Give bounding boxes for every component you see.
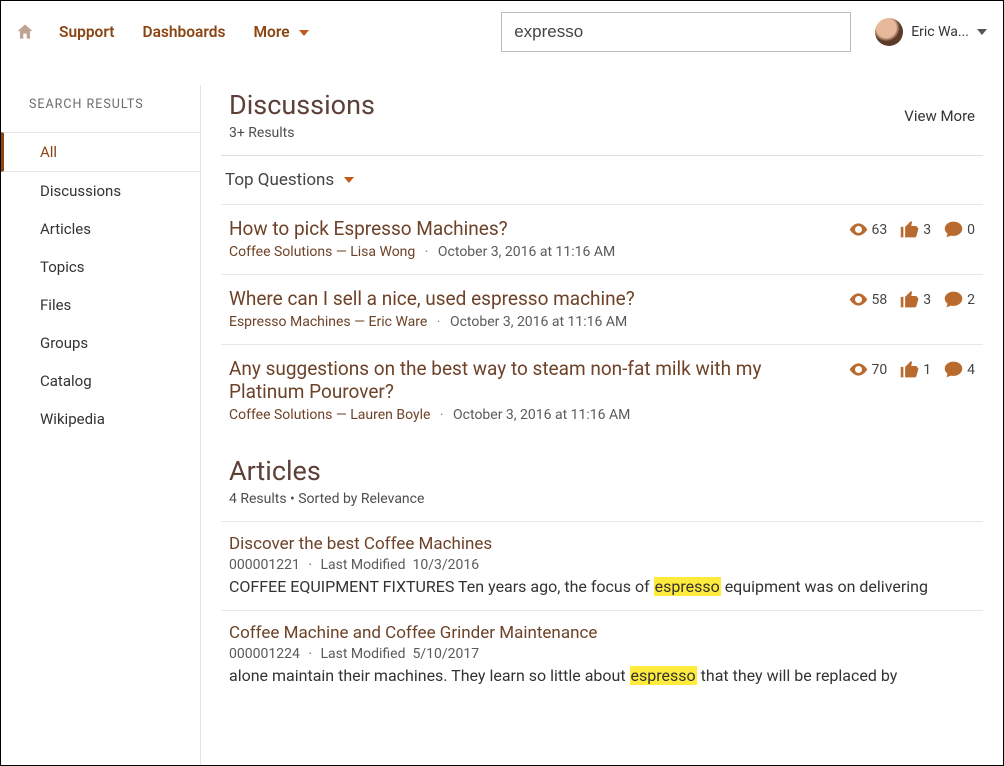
- result-meta: Coffee Solutions — Lisa Wong · October 3…: [229, 244, 838, 260]
- discussions-title: Discussions: [229, 89, 375, 121]
- article-snippet: COFFEE EQUIPMENT FIXTURES Ten years ago,…: [229, 576, 975, 598]
- result-timestamp: October 3, 2016 at 11:16 AM: [450, 314, 627, 330]
- discussion-result[interactable]: Any suggestions on the best way to steam…: [221, 344, 983, 437]
- result-stats: 70 1 4: [848, 357, 976, 423]
- result-title: Where can I sell a nice, used espresso m…: [229, 287, 838, 310]
- nav-dashboards[interactable]: Dashboards: [142, 23, 225, 41]
- article-id: 000001224: [229, 646, 300, 662]
- view-more-link[interactable]: View More: [904, 89, 975, 125]
- comment-icon: [943, 219, 964, 240]
- highlighted-term: espresso: [630, 666, 697, 685]
- article-modified-label: Last Modified: [320, 557, 405, 573]
- sidebar-item-topics[interactable]: Topics: [1, 248, 200, 286]
- sort-label: Top Questions: [225, 170, 334, 190]
- discussion-result[interactable]: How to pick Espresso Machines? Coffee So…: [221, 204, 983, 274]
- sidebar-item-groups[interactable]: Groups: [1, 324, 200, 362]
- result-timestamp: October 3, 2016 at 11:16 AM: [453, 407, 630, 423]
- result-stats: 63 3 0: [848, 217, 976, 260]
- result-timestamp: October 3, 2016 at 11:16 AM: [438, 244, 615, 260]
- comments-stat: 4: [943, 359, 975, 380]
- nav-more[interactable]: More: [253, 23, 309, 41]
- article-modified-date: 10/3/2016: [412, 557, 479, 573]
- result-title: Any suggestions on the best way to steam…: [229, 357, 769, 403]
- article-meta: 000001221 · Last Modified 10/3/2016: [229, 557, 975, 573]
- header: Support Dashboards More Eric Wa...: [1, 1, 1003, 63]
- nav-support[interactable]: Support: [59, 23, 114, 41]
- likes-stat: 1: [899, 359, 931, 380]
- search-input[interactable]: [501, 12, 851, 52]
- result-category: Coffee Solutions: [229, 244, 332, 260]
- nav-links: Support Dashboards More: [59, 23, 309, 41]
- article-snippet: alone maintain their machines. They lear…: [229, 665, 975, 687]
- result-author: Eric Ware: [369, 314, 428, 330]
- article-title: Coffee Machine and Coffee Grinder Mainte…: [229, 623, 975, 643]
- discussions-subtitle: 3+ Results: [229, 125, 375, 141]
- highlighted-term: espresso: [654, 577, 721, 596]
- comments-stat: 0: [943, 219, 975, 240]
- caret-down-icon: [977, 29, 987, 35]
- likes-stat: 3: [899, 219, 931, 240]
- articles-section-head: Articles 4 Results • Sorted by Relevance: [221, 437, 983, 521]
- result-title: How to pick Espresso Machines?: [229, 217, 838, 240]
- sidebar-item-articles[interactable]: Articles: [1, 210, 200, 248]
- user-name: Eric Wa...: [911, 24, 969, 40]
- discussion-result[interactable]: Where can I sell a nice, used espresso m…: [221, 274, 983, 344]
- result-author: Lisa Wong: [350, 244, 415, 260]
- chevron-down-icon: [299, 23, 309, 41]
- comments-stat: 2: [943, 289, 975, 310]
- article-result[interactable]: Coffee Machine and Coffee Grinder Mainte…: [221, 610, 983, 699]
- views-stat: 70: [848, 359, 888, 380]
- article-meta: 000001224 · Last Modified 5/10/2017: [229, 646, 975, 662]
- result-stats: 58 3 2: [848, 287, 976, 330]
- article-modified-label: Last Modified: [320, 646, 405, 662]
- search-box: [501, 12, 851, 52]
- comment-icon: [943, 359, 964, 380]
- sort-row[interactable]: Top Questions: [221, 156, 983, 204]
- eye-icon: [848, 289, 869, 310]
- eye-icon: [848, 219, 869, 240]
- main: Discussions 3+ Results View More Top Que…: [201, 85, 1003, 765]
- article-id: 000001221: [229, 557, 300, 573]
- article-title: Discover the best Coffee Machines: [229, 534, 975, 554]
- likes-stat: 3: [899, 289, 931, 310]
- avatar: [875, 18, 903, 46]
- thumbs-up-icon: [899, 289, 920, 310]
- article-modified-date: 5/10/2017: [412, 646, 479, 662]
- result-category: Espresso Machines: [229, 314, 351, 330]
- sidebar-item-wikipedia[interactable]: Wikipedia: [1, 400, 200, 438]
- sidebar-item-discussions[interactable]: Discussions: [1, 172, 200, 210]
- user-menu[interactable]: Eric Wa...: [875, 18, 987, 46]
- eye-icon: [848, 359, 869, 380]
- views-stat: 58: [848, 289, 888, 310]
- result-meta: Coffee Solutions — Lauren Boyle · Octobe…: [229, 407, 838, 423]
- sidebar-item-catalog[interactable]: Catalog: [1, 362, 200, 400]
- result-meta: Espresso Machines — Eric Ware · October …: [229, 314, 838, 330]
- articles-subtitle: 4 Results • Sorted by Relevance: [229, 491, 424, 507]
- caret-down-icon: [344, 177, 354, 183]
- thumbs-up-icon: [899, 219, 920, 240]
- result-author: Lauren Boyle: [350, 407, 430, 423]
- comment-icon: [943, 289, 964, 310]
- article-result[interactable]: Discover the best Coffee Machines 000001…: [221, 521, 983, 610]
- sidebar-title: SEARCH RESULTS: [1, 97, 200, 132]
- nav-more-label: More: [253, 23, 289, 41]
- result-category: Coffee Solutions: [229, 407, 332, 423]
- sidebar-item-files[interactable]: Files: [1, 286, 200, 324]
- container: SEARCH RESULTS All Discussions Articles …: [1, 85, 1003, 765]
- home-icon[interactable]: [15, 22, 35, 42]
- sidebar-item-all[interactable]: All: [1, 132, 200, 172]
- sidebar: SEARCH RESULTS All Discussions Articles …: [1, 85, 201, 765]
- views-stat: 63: [848, 219, 888, 240]
- thumbs-up-icon: [899, 359, 920, 380]
- articles-title: Articles: [229, 455, 424, 487]
- discussions-section-head: Discussions 3+ Results View More: [221, 85, 983, 155]
